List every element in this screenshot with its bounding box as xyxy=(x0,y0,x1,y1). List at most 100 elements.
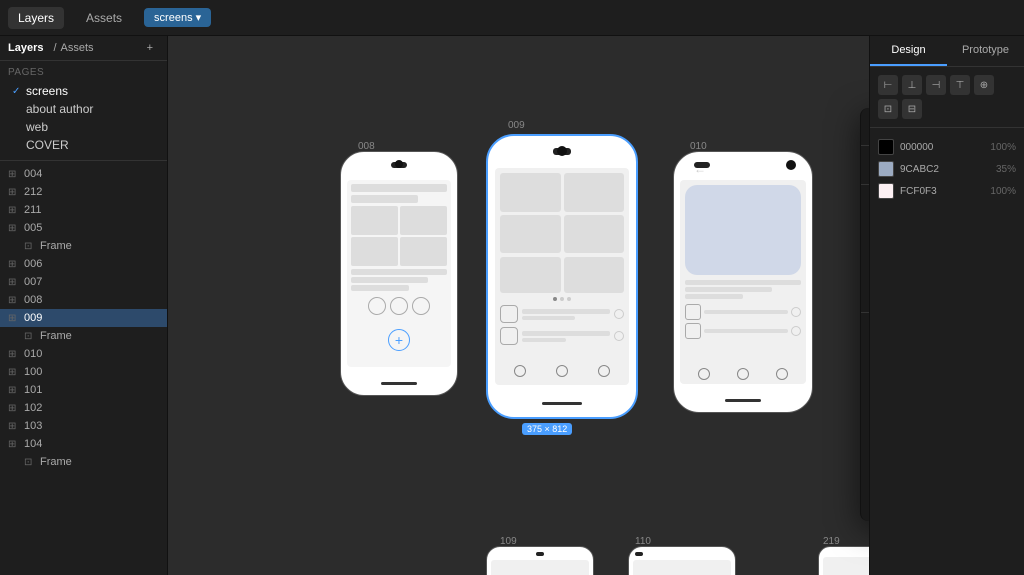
align-right-button[interactable]: ⊣ xyxy=(926,75,946,95)
layer-101[interactable]: ⊞ 101 xyxy=(0,381,167,399)
layer-name: 211 xyxy=(24,204,42,216)
component-icon: ⊡ xyxy=(24,241,36,252)
layer-212[interactable]: ⊞ 212 xyxy=(0,183,167,201)
phone-009-selected[interactable] xyxy=(486,134,638,419)
color-pct-0: 100% xyxy=(990,142,1016,153)
plugin-header: Figma to Code (HTML, Tailwind, Flutter, … xyxy=(861,108,869,146)
layer-008[interactable]: ⊞ 008 xyxy=(0,291,167,309)
frame-icon: ⊞ xyxy=(8,277,20,288)
align-center-v-button[interactable]: ⊕ xyxy=(974,75,994,95)
tab-design[interactable]: Design xyxy=(870,36,947,66)
phone-219[interactable] xyxy=(818,546,869,575)
back-110: ← xyxy=(635,552,643,556)
frame-icon: ⊞ xyxy=(8,439,20,450)
frame-icon: ⊞ xyxy=(8,313,20,324)
layer-name: 104 xyxy=(24,438,42,450)
tab-layers[interactable]: Layers xyxy=(8,7,64,29)
color-row-2[interactable]: FCF0F3 100% xyxy=(878,180,1016,202)
layer-frame-2[interactable]: ⊡ Frame xyxy=(0,327,167,345)
canvas[interactable]: 008 009 010 xyxy=(168,36,869,575)
color-row-1[interactable]: 9CABC2 35% xyxy=(878,158,1016,180)
layer-004[interactable]: ⊞ 004 xyxy=(0,165,167,183)
layer-name: 101 xyxy=(24,384,42,396)
layer-103[interactable]: ⊞ 103 xyxy=(0,417,167,435)
add-btn-008[interactable]: + xyxy=(388,329,410,351)
frame-icon: ⊞ xyxy=(8,259,20,270)
color-hex-1: 9CABC2 xyxy=(900,164,939,175)
screen-219 xyxy=(823,557,869,575)
layer-010[interactable]: ⊞ 010 xyxy=(0,345,167,363)
layer-name: 100 xyxy=(24,366,42,378)
camera-008 xyxy=(395,160,403,168)
frame-icon: ⊞ xyxy=(8,295,20,306)
pages-label: Pages xyxy=(8,67,159,78)
layer-frame-1[interactable]: ⊡ Frame xyxy=(0,237,167,255)
color-row-0[interactable]: 000000 100% xyxy=(878,136,1016,158)
layer-name: 103 xyxy=(24,420,42,432)
layers-section: ⊞ 004 ⊞ 212 ⊞ 211 ⊞ 005 ⊡ Frame ⊞ 006 xyxy=(0,161,167,575)
page-web[interactable]: web xyxy=(8,118,159,136)
size-badge: 375 × 812 xyxy=(522,423,572,435)
sidebar-header: Layers / Assets + xyxy=(0,36,167,61)
phone-109[interactable] xyxy=(486,546,594,575)
code-section: Code Copy React (JSX) Optimize Layout xyxy=(861,313,869,521)
screen-010 xyxy=(680,180,806,384)
distribute-button[interactable]: ⊟ xyxy=(902,99,922,119)
right-panel: Design Prototype ⊢ ⊥ ⊣ ⊤ ⊕ ⊡ ⊟ 000000 10… xyxy=(869,36,1024,575)
layer-104[interactable]: ⊞ 104 xyxy=(0,435,167,453)
color-pct-1: 35% xyxy=(996,164,1016,175)
canvas-inner: 008 009 010 xyxy=(168,36,869,575)
add-page-button[interactable]: + xyxy=(147,43,153,54)
color-info-0: 000000 100% xyxy=(900,142,1016,153)
frame-icon: ⊞ xyxy=(8,403,20,414)
layer-100[interactable]: ⊞ 100 xyxy=(0,363,167,381)
align-center-h-button[interactable]: ⊥ xyxy=(902,75,922,95)
frame-label-009: 009 xyxy=(508,120,525,131)
layer-name: 212 xyxy=(24,186,42,198)
align-bottom-button[interactable]: ⊡ xyxy=(878,99,898,119)
camera-009 xyxy=(557,146,567,156)
layer-006[interactable]: ⊞ 006 xyxy=(0,255,167,273)
layer-frame-3[interactable]: ⊡ Frame xyxy=(0,453,167,471)
pages-section: Pages ✓ screens about author web COVER xyxy=(0,61,167,161)
screens-dropdown[interactable]: screens ▾ xyxy=(144,8,211,27)
page-name: about author xyxy=(26,102,93,116)
layer-007[interactable]: ⊞ 007 xyxy=(0,273,167,291)
responsive-preview-section: Responsive Preview ⋮ xyxy=(861,185,869,313)
color-info-1: 9CABC2 35% xyxy=(900,164,1016,175)
layer-005[interactable]: ⊞ 005 xyxy=(0,219,167,237)
page-about-author[interactable]: about author xyxy=(8,100,159,118)
top-bar: Layers Assets screens ▾ xyxy=(0,0,1024,36)
layer-name: 007 xyxy=(24,276,42,288)
page-name: web xyxy=(26,120,48,134)
color-swatch-blue-gray xyxy=(878,161,894,177)
phone-008[interactable]: + xyxy=(340,151,458,396)
layers-tab-label[interactable]: Layers xyxy=(8,42,43,54)
color-hex-0: 000000 xyxy=(900,142,933,153)
assets-tab-label[interactable]: Assets xyxy=(61,42,94,54)
screen-009 xyxy=(495,168,629,385)
layer-name: Frame xyxy=(40,456,72,468)
sidebar: Layers / Assets + Pages ✓ screens about … xyxy=(0,36,168,575)
tab-assets[interactable]: Assets xyxy=(76,7,132,29)
align-top-button[interactable]: ⊤ xyxy=(950,75,970,95)
layer-name: 102 xyxy=(24,402,42,414)
frame-icon: ⊞ xyxy=(8,187,20,198)
layer-009[interactable]: ⊞ 009 xyxy=(0,309,167,327)
layer-name: 006 xyxy=(24,258,42,270)
page-cover[interactable]: COVER xyxy=(8,136,159,154)
frame-icon: ⊞ xyxy=(8,223,20,234)
notch-109 xyxy=(536,552,544,556)
layer-211[interactable]: ⊞ 211 xyxy=(0,201,167,219)
screen-109 xyxy=(491,560,589,575)
phone-110[interactable]: ← xyxy=(628,546,736,575)
plugin-panel: Figma to Code (HTML, Tailwind, Flutter, … xyxy=(860,108,869,521)
phone-010[interactable]: ← xyxy=(673,151,813,413)
align-left-button[interactable]: ⊢ xyxy=(878,75,898,95)
layer-name: 008 xyxy=(24,294,42,306)
layer-name: 010 xyxy=(24,348,42,360)
layer-102[interactable]: ⊞ 102 xyxy=(0,399,167,417)
page-screens[interactable]: ✓ screens xyxy=(8,82,159,100)
layer-name: 005 xyxy=(24,222,42,234)
tab-prototype[interactable]: Prototype xyxy=(947,36,1024,66)
